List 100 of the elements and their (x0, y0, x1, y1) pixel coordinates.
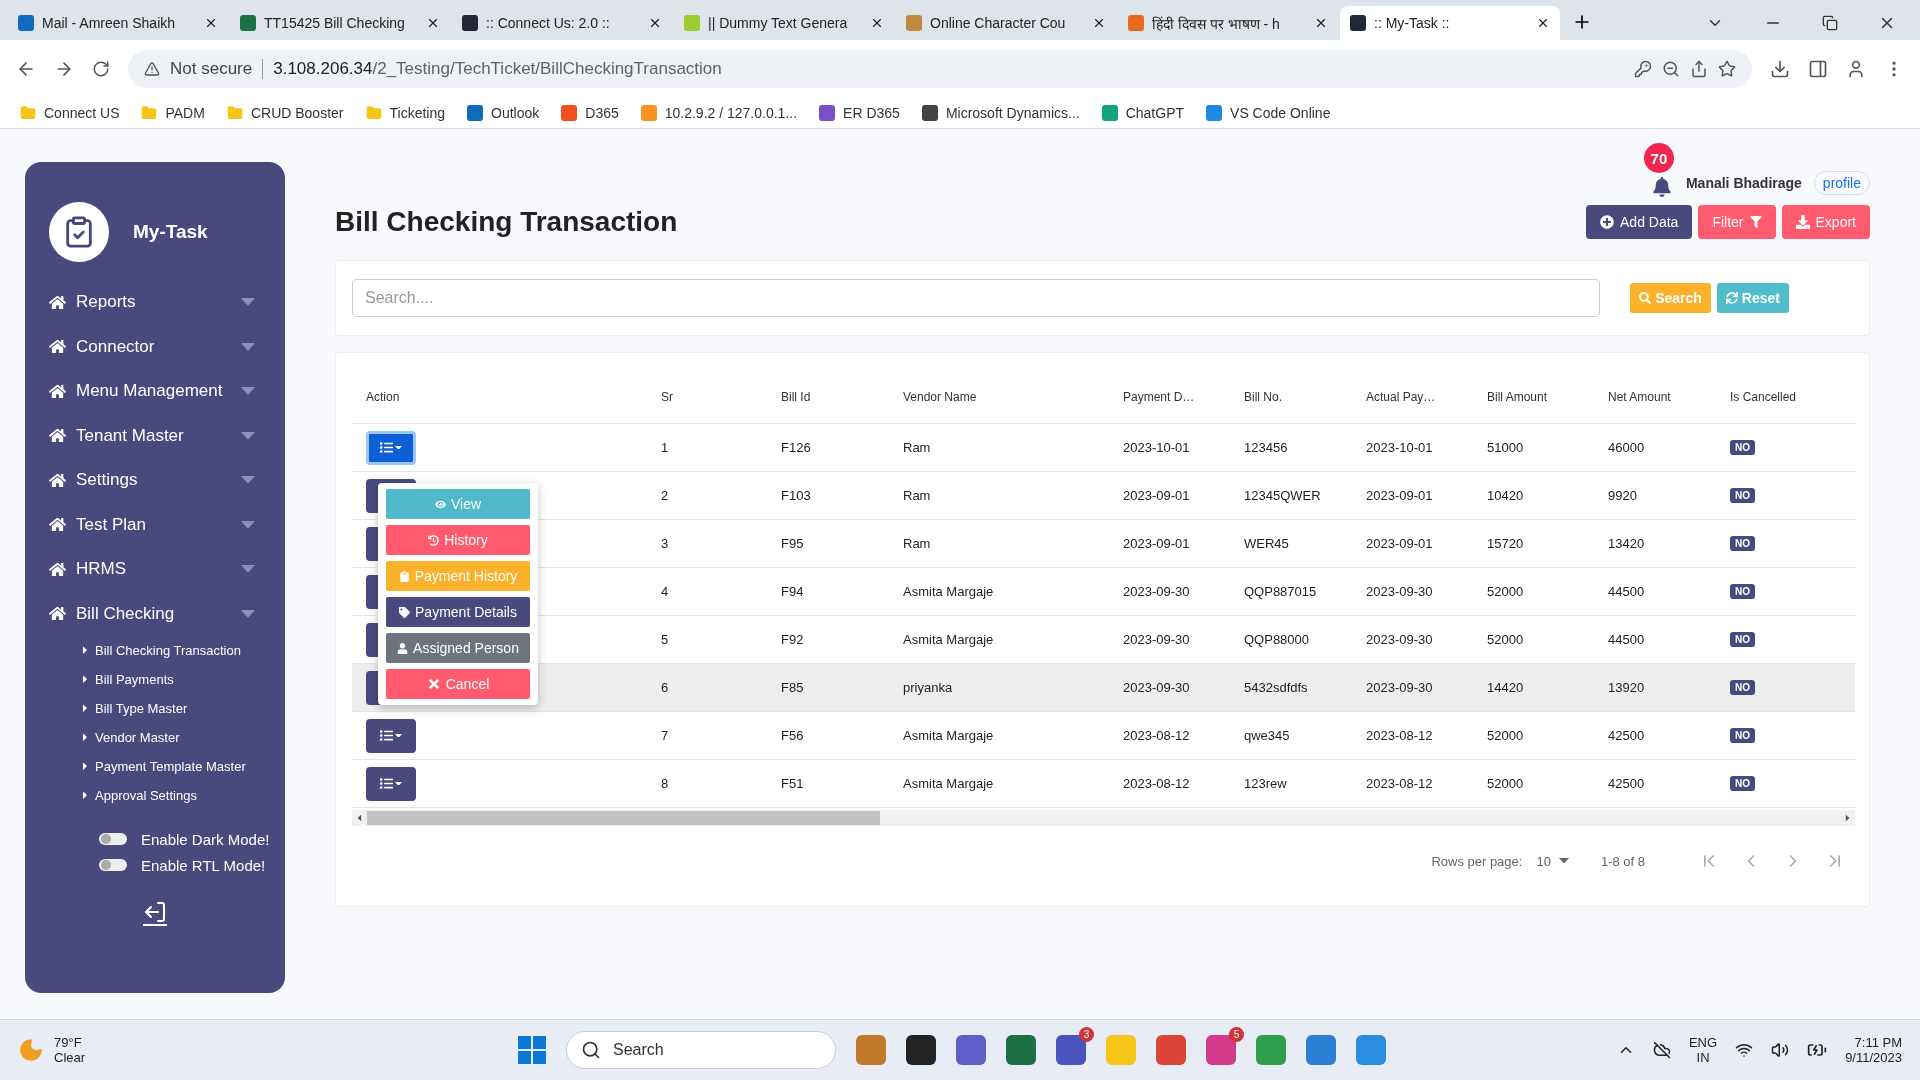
action-button[interactable]: Add Data (1586, 205, 1693, 239)
nav-item[interactable]: Reports (49, 280, 285, 325)
table-cell-text: F51 (781, 776, 805, 791)
bell-icon[interactable] (1651, 177, 1672, 197)
close-icon[interactable] (1092, 16, 1106, 30)
menu-item[interactable]: Payment Details (386, 597, 530, 627)
toggle-switch[interactable] (99, 833, 127, 845)
search-field[interactable]: Search.... (352, 279, 1601, 317)
reload-icon[interactable] (92, 60, 110, 78)
column-header[interactable]: Actual Pay… (1366, 390, 1487, 404)
action-menu-button[interactable] (366, 766, 416, 801)
start-icon[interactable] (518, 1036, 546, 1064)
star-icon[interactable] (1718, 60, 1736, 78)
sub-nav-item[interactable]: Vendor Master (49, 723, 285, 752)
browser-tab[interactable]: :: My-Task :: (1340, 6, 1560, 40)
sub-nav-item[interactable]: Bill Type Master (49, 694, 285, 723)
browser-tab[interactable]: Mail - Amreen Shaikh (8, 6, 228, 40)
table-cell-text: 52000 (1487, 632, 1525, 647)
action-menu-button[interactable] (366, 430, 416, 465)
bookmark[interactable]: VS Code Online (1206, 105, 1331, 121)
column-header[interactable]: Vendor Name (903, 390, 1123, 404)
browser-tab[interactable]: :: Connect Us: 2.0 :: (452, 6, 672, 40)
nav-item[interactable]: Connector (49, 324, 285, 369)
sub-nav-item[interactable]: Payment Template Master (49, 752, 285, 781)
language-indicator[interactable]: ENG IN (1688, 1035, 1718, 1065)
column-header[interactable]: Is Cancelled (1730, 390, 1855, 404)
table-cell-text: 2023-09-01 (1366, 536, 1434, 551)
toggle-switch[interactable] (99, 859, 127, 871)
table-cell-text: 52000 (1487, 584, 1525, 599)
button-icon (1639, 292, 1652, 304)
clock[interactable]: 7:11 PM 9/11/2023 (1845, 1035, 1902, 1065)
browser-tab[interactable]: || Dummy Text Genera (674, 6, 894, 40)
column-header[interactable]: Bill Amount (1487, 390, 1608, 404)
cloud-icon[interactable] (1652, 1041, 1671, 1059)
bookmark[interactable]: CRUD Booster (226, 105, 344, 121)
volume-icon[interactable] (1771, 1041, 1790, 1059)
column-header[interactable]: Bill Id (781, 390, 903, 404)
taskbar-search[interactable]: Search (566, 1031, 836, 1069)
nav-item[interactable]: Bill Checking (49, 591, 285, 636)
bookmark[interactable]: ER D365 (819, 105, 900, 121)
table-cell-text: 2023-08-12 (1366, 728, 1434, 743)
close-icon[interactable] (1536, 16, 1550, 30)
bookmark[interactable]: Ticketing (365, 105, 445, 121)
bookmark[interactable]: Outlook (467, 105, 540, 121)
sub-nav-item[interactable]: Bill Payments (49, 665, 285, 694)
bookmark[interactable]: Connect US (20, 105, 120, 121)
nav-item[interactable]: HRMS (49, 547, 285, 592)
bookmark[interactable]: ChatGPT (1101, 105, 1185, 121)
close-icon[interactable] (426, 16, 440, 30)
profile-icon[interactable] (1846, 59, 1866, 79)
sub-nav-item[interactable]: Approval Settings (49, 781, 285, 810)
download-icon[interactable] (1770, 59, 1790, 79)
column-header[interactable]: Net Amount (1608, 390, 1730, 404)
table-cell-text: 2023-10-01 (1123, 440, 1191, 455)
bookmark-icon (561, 105, 578, 121)
wifi-icon[interactable] (1735, 1041, 1754, 1059)
address-bar[interactable]: Not secure 3.108.206.34/2_Testing/TechTicket/BillCheckingTransaction (128, 50, 1752, 88)
table-cell-text: 52000 (1487, 776, 1525, 791)
browser-tab[interactable]: Online Character Cou (896, 6, 1116, 40)
collapse-icon[interactable] (143, 900, 167, 926)
caret-icon (82, 675, 88, 684)
column-header[interactable]: Action (366, 390, 661, 404)
action-menu-button[interactable] (366, 718, 416, 753)
column-header[interactable]: Bill No. (1244, 390, 1366, 404)
app-icon[interactable] (906, 1035, 936, 1065)
bookmark[interactable]: 10.2.9.2 / 127.0.0.1... (640, 105, 798, 121)
nav-item[interactable]: Tenant Master (49, 413, 285, 458)
sub-nav-item[interactable]: Bill Checking Transaction (49, 636, 285, 665)
column-header[interactable]: Sr (661, 390, 781, 404)
close-icon[interactable] (1314, 16, 1328, 30)
table-cell-text: Asmita Margaje (903, 728, 995, 743)
browser-tab[interactable]: हिंदी दिवस पर भाषण - h (1118, 6, 1338, 40)
nav-item[interactable]: Test Plan (49, 502, 285, 547)
zoom-icon[interactable] (1662, 60, 1680, 78)
key-icon[interactable] (1634, 60, 1652, 78)
table-cell-text: F85 (781, 680, 805, 695)
bookmark[interactable]: PADM (141, 105, 205, 121)
horizontal-scrollbar[interactable] (352, 810, 1855, 826)
restore-icon[interactable] (1822, 15, 1838, 31)
list-icon (380, 441, 393, 454)
table-cell-text: 2023-10-01 (1366, 440, 1434, 455)
bookmark-icon (921, 105, 938, 121)
table-cell-text: 3 (661, 536, 670, 551)
bookmark[interactable]: Microsoft Dynamics... (921, 105, 1080, 121)
menu-item[interactable]: Assigned Person (386, 633, 530, 663)
browser-tab[interactable]: TT15425 Bill Checking (230, 6, 450, 40)
table-cell-text: 51000 (1487, 440, 1525, 455)
page-title: Bill Checking Transaction (335, 206, 678, 238)
status-tag: NO (1730, 440, 1755, 455)
close-icon[interactable] (648, 16, 662, 30)
close-icon[interactable] (204, 16, 218, 30)
share-icon[interactable] (1690, 60, 1708, 78)
nav-item[interactable]: Settings (49, 458, 285, 503)
side-panel-icon[interactable] (1808, 59, 1828, 79)
bookmark[interactable]: D365 (561, 105, 619, 121)
nav-item[interactable]: Menu Management (49, 369, 285, 414)
caret-icon (395, 781, 402, 786)
rows-per-page-select[interactable]: 10 (1536, 853, 1569, 869)
column-header[interactable]: Payment D… (1123, 390, 1244, 404)
close-icon[interactable] (870, 16, 884, 30)
